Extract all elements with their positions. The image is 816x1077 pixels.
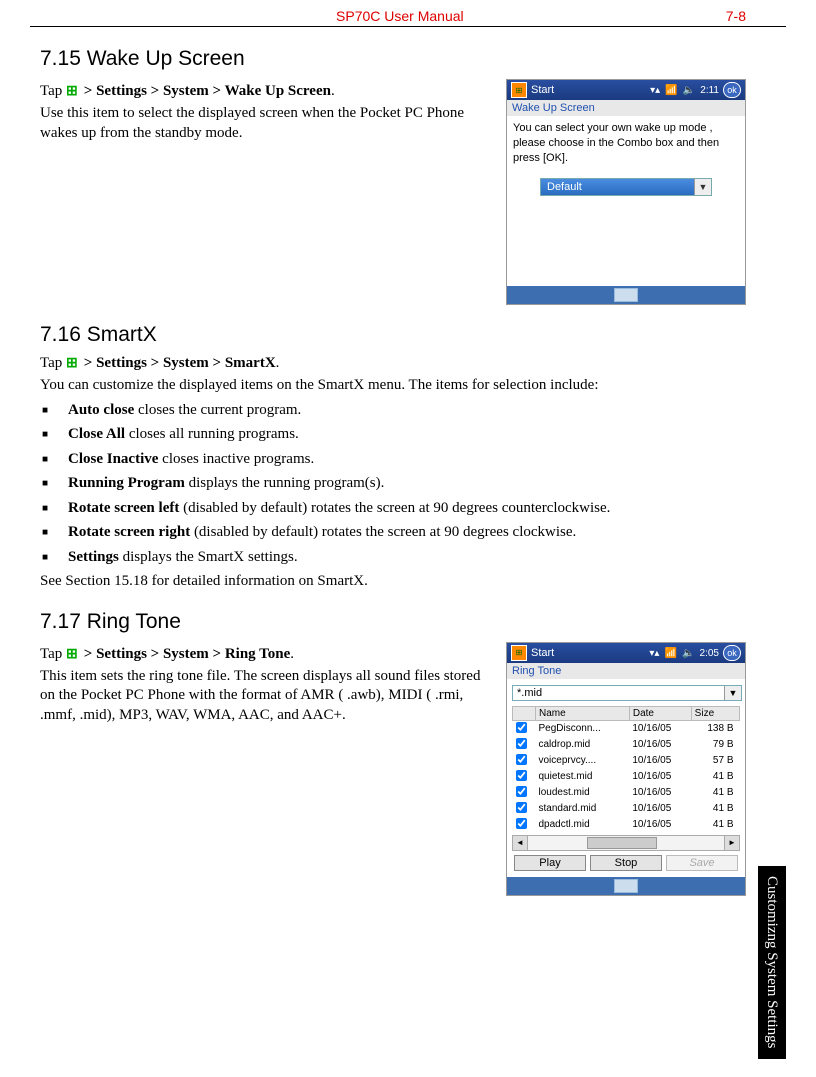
device-subtitle: Wake Up Screen [507, 100, 745, 116]
side-tab: Customizng System Settings [758, 866, 787, 1059]
start-flag-icon[interactable]: ⊞ [511, 82, 527, 98]
intro-7-16: You can customize the displayed items on… [40, 376, 746, 396]
file-checkbox[interactable] [516, 786, 527, 797]
speaker-icon: 🔈 [682, 648, 694, 659]
antenna-icon: 📶 [665, 648, 677, 659]
ok-button[interactable]: ok [723, 82, 741, 98]
after-7-16: See Section 15.18 for detailed informati… [40, 572, 746, 592]
clock-text: 2:11 [700, 85, 719, 96]
list-item: Auto close closes the current program. [40, 401, 746, 421]
wakeup-mode-combo[interactable]: Default ▼ [540, 178, 712, 197]
keyboard-icon[interactable] [614, 879, 638, 893]
device-screenshot-wakeup: ⊞ Start ▾▴ 📶 🔈 2:11 ok Wake Up Screen Yo… [506, 79, 746, 305]
titlebar-start-text[interactable]: Start [531, 84, 554, 96]
list-item: Rotate screen right (disabled by default… [40, 523, 746, 543]
start-icon: ⊞ [66, 355, 80, 372]
tap-path-7-17: Tap ⊞ > Settings > System > Ring Tone. [40, 646, 486, 663]
smartx-list: Auto close closes the current program. C… [40, 401, 746, 568]
system-tray: ▾▴ 📶 🔈 2:05 [647, 647, 719, 659]
play-button[interactable]: Play [514, 855, 586, 871]
device-bottombar [507, 877, 745, 895]
titlebar-start-text[interactable]: Start [531, 647, 554, 659]
heading-7-16: 7.16 SmartX [40, 323, 746, 347]
col-size[interactable]: Size [691, 706, 739, 720]
scroll-right-icon[interactable]: ► [724, 836, 739, 850]
device-titlebar: ⊞ Start ▾▴ 📶 🔈 2:11 ok [507, 80, 745, 100]
device-subtitle: Ring Tone [507, 663, 745, 679]
table-row[interactable]: loudest.mid10/16/0541 B [513, 785, 740, 801]
start-icon: ⊞ [66, 83, 80, 100]
file-checkbox[interactable] [516, 802, 527, 813]
combo-value: Default [541, 179, 694, 196]
table-row[interactable]: quietest.mid10/16/0541 B [513, 769, 740, 785]
tap-path-7-15: Tap ⊞ > Settings > System > Wake Up Scre… [40, 83, 486, 100]
list-item: Close All closes all running programs. [40, 425, 746, 445]
list-item: Rotate screen left (disabled by default)… [40, 499, 746, 519]
col-name[interactable]: Name [536, 706, 630, 720]
start-flag-icon[interactable]: ⊞ [511, 645, 527, 661]
file-checkbox[interactable] [516, 818, 527, 829]
file-checkbox[interactable] [516, 738, 527, 749]
header-page: 7-8 [726, 8, 746, 24]
table-row[interactable]: voiceprvcy....10/16/0557 B [513, 753, 740, 769]
antenna-icon: 📶 [665, 85, 677, 96]
file-table: Name Date Size PegDisconn...10/16/05138 … [512, 706, 740, 833]
signal-icon: ▾▴ [650, 85, 660, 96]
keyboard-icon[interactable] [614, 288, 638, 302]
stop-button[interactable]: Stop [590, 855, 662, 871]
file-checkbox[interactable] [516, 754, 527, 765]
scroll-left-icon[interactable]: ◄ [513, 836, 528, 850]
scroll-thumb[interactable] [587, 837, 658, 849]
body-7-15: Use this item to select the displayed sc… [40, 104, 486, 143]
table-row[interactable]: PegDisconn...10/16/05138 B [513, 720, 740, 737]
device-body-text: You can select your own wake up mode , p… [513, 121, 739, 166]
horizontal-scrollbar[interactable]: ◄ ► [512, 835, 740, 851]
signal-icon: ▾▴ [649, 648, 659, 659]
body-7-17: This item sets the ring tone file. The s… [40, 667, 486, 726]
save-button: Save [666, 855, 738, 871]
chevron-down-icon[interactable]: ▼ [724, 686, 741, 700]
tap-path-7-16: Tap ⊞ > Settings > System > SmartX. [40, 355, 746, 372]
heading-7-17: 7.17 Ring Tone [40, 610, 746, 634]
device-titlebar: ⊞ Start ▾▴ 📶 🔈 2:05 ok [507, 643, 745, 663]
table-row[interactable]: dpadctl.mid10/16/0541 B [513, 817, 740, 833]
list-item: Settings displays the SmartX settings. [40, 548, 746, 568]
table-row[interactable]: standard.mid10/16/0541 B [513, 801, 740, 817]
file-checkbox[interactable] [516, 770, 527, 781]
col-date[interactable]: Date [629, 706, 691, 720]
chevron-down-icon[interactable]: ▼ [694, 179, 711, 195]
page-header: . SP70C User Manual 7-8 [30, 0, 786, 27]
ok-button[interactable]: ok [723, 645, 741, 661]
heading-7-15: 7.15 Wake Up Screen [40, 47, 746, 71]
filter-combo[interactable]: *.mid ▼ [512, 685, 742, 701]
header-title: SP70C User Manual [336, 8, 464, 24]
scroll-track[interactable] [528, 836, 724, 850]
clock-text: 2:05 [700, 648, 719, 659]
device-bottombar [507, 286, 745, 304]
list-item: Close Inactive closes inactive programs. [40, 450, 746, 470]
filter-value: *.mid [513, 686, 724, 700]
file-checkbox[interactable] [516, 722, 527, 733]
table-row[interactable]: caldrop.mid10/16/0579 B [513, 737, 740, 753]
table-header-row: Name Date Size [513, 706, 740, 720]
device-screenshot-ringtone: ⊞ Start ▾▴ 📶 🔈 2:05 ok Ring Tone *.mid ▼ [506, 642, 746, 896]
start-icon: ⊞ [66, 646, 80, 663]
list-item: Running Program displays the running pro… [40, 474, 746, 494]
system-tray: ▾▴ 📶 🔈 2:11 [648, 84, 719, 96]
speaker-icon: 🔈 [683, 85, 695, 96]
